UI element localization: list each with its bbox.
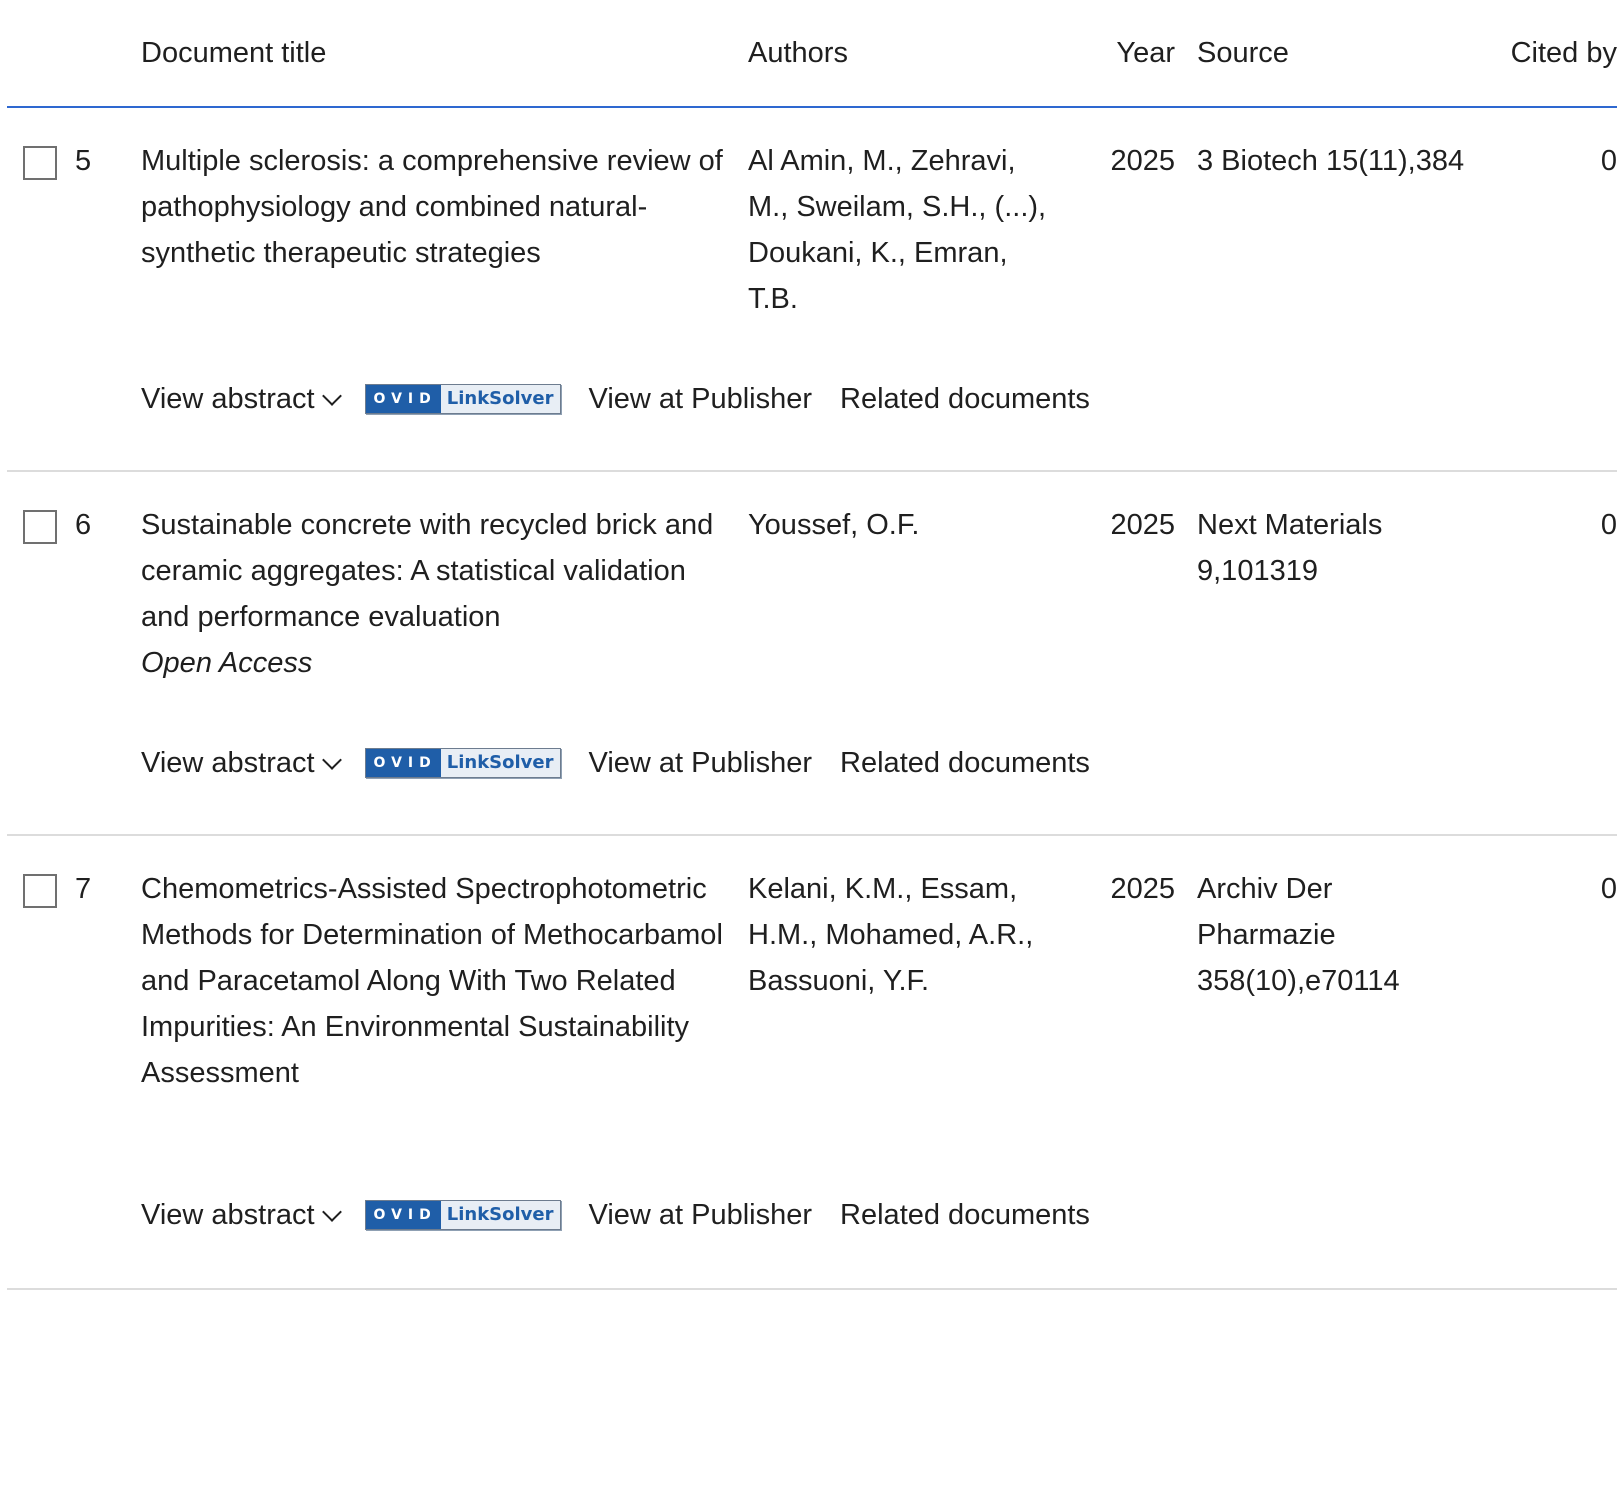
ovid-logo-text: OVID (365, 749, 441, 777)
view-abstract-link[interactable]: View abstract (141, 1192, 342, 1238)
authors-cell[interactable]: Kelani, K.M., Essam, H.M., Mohamed, A.R.… (748, 866, 1048, 1004)
authors-cell[interactable]: Al Amin, M., Zehravi, M., Sweilam, S.H.,… (748, 138, 1048, 322)
row-actions: View abstract OVID LinkSolver View at Pub… (141, 1192, 1090, 1238)
view-at-publisher-link[interactable]: View at Publisher (589, 1192, 813, 1238)
view-abstract-link[interactable]: View abstract (141, 740, 342, 786)
ovid-logo-text: OVID (365, 1201, 441, 1229)
chevron-down-icon (321, 386, 342, 406)
ovid-linksolver-button[interactable]: OVID LinkSolver (364, 748, 561, 778)
document-title-cell: Multiple sclerosis: a comprehensive revi… (141, 138, 731, 276)
cited-by-cell: 0 (1600, 873, 1617, 905)
column-header-source[interactable]: Source (1197, 30, 1289, 76)
view-abstract-link[interactable]: View abstract (141, 376, 342, 422)
table-row: 7 Chemometrics-Assisted Spectrophotometr… (7, 836, 1617, 1290)
table-row: 6 Sustainable concrete with recycled bri… (7, 472, 1617, 836)
document-title-link[interactable]: Multiple sclerosis: a comprehensive revi… (141, 145, 723, 269)
year-cell: 2025 (1110, 509, 1175, 541)
related-documents-link[interactable]: Related documents (840, 1192, 1090, 1238)
open-access-label: Open Access (141, 647, 313, 679)
linksolver-logo-text: LinkSolver (440, 1201, 560, 1229)
column-header-title[interactable]: Document title (141, 30, 326, 76)
linksolver-logo-text: LinkSolver (440, 749, 560, 777)
document-title-cell: Chemometrics-Assisted Spectrophotometric… (141, 866, 731, 1096)
column-header-cited-by[interactable]: Cited by (1511, 30, 1617, 76)
row-actions: View abstract OVID LinkSolver View at Pub… (141, 376, 1090, 422)
table-row: 5 Multiple sclerosis: a comprehensive re… (7, 108, 1617, 472)
related-documents-link[interactable]: Related documents (840, 740, 1090, 786)
document-title-link[interactable]: Chemometrics-Assisted Spectrophotometric… (141, 873, 723, 1089)
column-header-authors[interactable]: Authors (748, 30, 848, 76)
row-select-checkbox[interactable] (23, 146, 57, 180)
row-index: 5 (75, 145, 92, 177)
cited-by-cell: 0 (1600, 145, 1617, 177)
chevron-down-icon (321, 1202, 342, 1222)
document-title-cell: Sustainable concrete with recycled brick… (141, 502, 731, 686)
year-cell: 2025 (1110, 145, 1175, 177)
document-title-link[interactable]: Sustainable concrete with recycled brick… (141, 509, 713, 633)
ovid-linksolver-button[interactable]: OVID LinkSolver (364, 1200, 561, 1230)
view-at-publisher-link[interactable]: View at Publisher (589, 740, 813, 786)
ovid-linksolver-button[interactable]: OVID LinkSolver (364, 384, 561, 414)
row-actions: View abstract OVID LinkSolver View at Pub… (141, 740, 1090, 786)
row-index: 6 (75, 509, 92, 541)
view-abstract-label: View abstract (141, 383, 315, 415)
column-header-year[interactable]: Year (1051, 30, 1175, 76)
authors-cell[interactable]: Youssef, O.F. (748, 502, 1048, 548)
results-table: Document title Authors Year Source Cited… (7, 0, 1617, 1290)
year-cell: 2025 (1110, 873, 1175, 905)
source-cell[interactable]: Archiv Der Pharmazie 358(10),e70114 (1197, 866, 1477, 1004)
cited-by-cell: 0 (1600, 509, 1617, 541)
related-documents-link[interactable]: Related documents (840, 376, 1090, 422)
view-abstract-label: View abstract (141, 747, 315, 779)
view-abstract-label: View abstract (141, 1199, 315, 1231)
linksolver-logo-text: LinkSolver (440, 385, 560, 413)
row-select-checkbox[interactable] (23, 510, 57, 544)
source-cell[interactable]: Next Materials 9,101319 (1197, 502, 1477, 594)
row-index: 7 (75, 873, 92, 905)
table-header: Document title Authors Year Source Cited… (7, 0, 1617, 108)
source-cell[interactable]: 3 Biotech 15(11),384 (1197, 138, 1477, 184)
row-select-checkbox[interactable] (23, 874, 57, 908)
view-at-publisher-link[interactable]: View at Publisher (589, 376, 813, 422)
ovid-logo-text: OVID (365, 385, 441, 413)
chevron-down-icon (321, 750, 342, 770)
